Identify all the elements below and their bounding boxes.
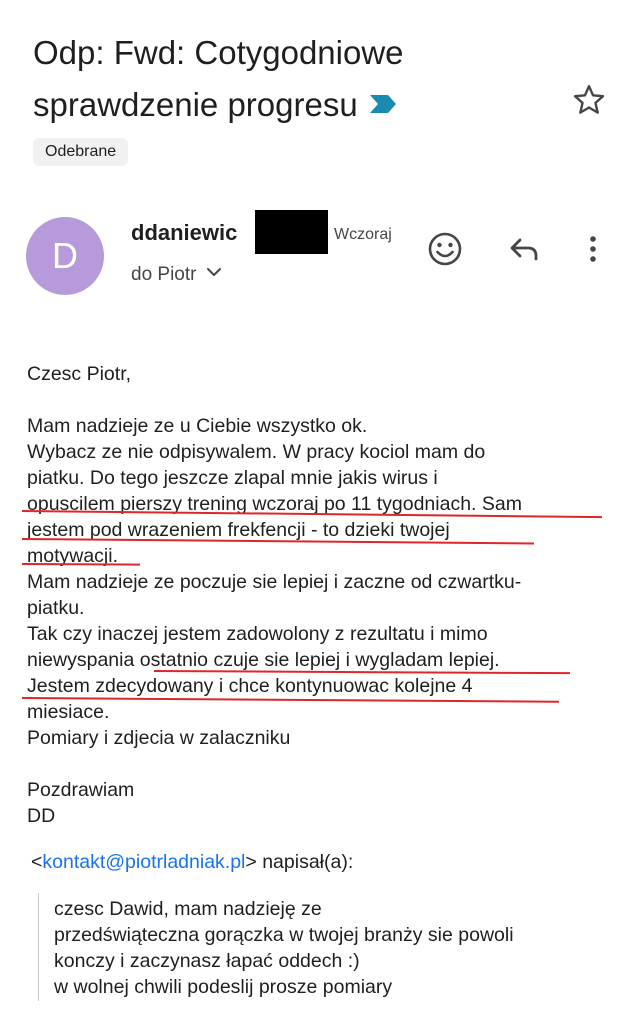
recipient-toggle[interactable]: do Piotr	[131, 264, 222, 286]
star-icon[interactable]	[571, 82, 607, 118]
body-line: miesiace.	[27, 701, 110, 723]
sender-avatar[interactable]: D	[26, 217, 104, 295]
reply-icon[interactable]	[504, 229, 544, 269]
quoted-message: czesc Dawid, mam nadzieję ze przedświąte…	[54, 896, 614, 1000]
body-line: Wybacz ze nie odpisywalem. W pracy kocio…	[27, 441, 486, 463]
greeting: Czesc Piotr,	[27, 363, 132, 385]
email-date: Wczoraj	[334, 226, 392, 243]
subject-line-2: sprawdzenie progresu	[33, 86, 358, 123]
important-marker-icon[interactable]	[368, 78, 398, 130]
body-line: Mam nadzieje ze poczuje sie lepiej i zac…	[27, 571, 522, 593]
body-line: piatku.	[27, 597, 85, 619]
sender-email-link[interactable]: kontakt@piotrladniak.pl	[42, 851, 245, 873]
email-body: Czesc Piotr, Mam nadzieje ze u Ciebie ws…	[27, 361, 612, 829]
body-line: Jestem zdecydowany i chce kontynuowac ko…	[27, 675, 473, 697]
quote-open-bracket: <	[31, 851, 43, 873]
quote-line: czesc Dawid, mam nadzieję ze	[54, 898, 322, 920]
quote-wrote-label: > napisał(a):	[245, 851, 354, 873]
signoff: Pozdrawiam	[27, 779, 135, 801]
email-subject: Odp: Fwd: Cotygodniowe sprawdzenie progr…	[33, 27, 513, 131]
inbox-label-chip[interactable]: Odebrane	[33, 138, 129, 166]
recipient-label: do Piotr	[131, 264, 197, 285]
body-line: niewyspania ostatnio czuje sie lepiej i …	[27, 649, 500, 671]
body-line: Mam nadzieje ze u Ciebie wszystko ok.	[27, 415, 368, 437]
body-line: piatku. Do tego jeszcze zlapal mnie jaki…	[27, 467, 438, 489]
subject-line-1: Odp: Fwd: Cotygodniowe	[33, 34, 404, 71]
sender-name[interactable]: ddaniewic	[131, 220, 237, 246]
emoji-reaction-icon[interactable]	[425, 229, 465, 269]
quote-attribution: <kontakt@piotrladniak.pl> napisał(a):	[31, 849, 353, 875]
body-line: Tak czy inaczej jestem zadowolony z rezu…	[27, 623, 488, 645]
signature: DD	[27, 805, 56, 827]
chevron-down-icon	[206, 262, 222, 284]
quote-line: konczy i zaczynasz łapać oddech :)	[54, 950, 360, 972]
body-line: Pomiary i zdjecia w zalaczniku	[27, 727, 291, 749]
quote-line: przedświąteczna gorączka w twojej branży…	[54, 924, 514, 946]
quote-line: w wolnej chwili podeslij prosze pomiary	[54, 976, 393, 998]
quote-bar	[38, 893, 39, 1001]
redaction-box	[255, 210, 328, 254]
more-vert-icon[interactable]	[575, 229, 615, 269]
